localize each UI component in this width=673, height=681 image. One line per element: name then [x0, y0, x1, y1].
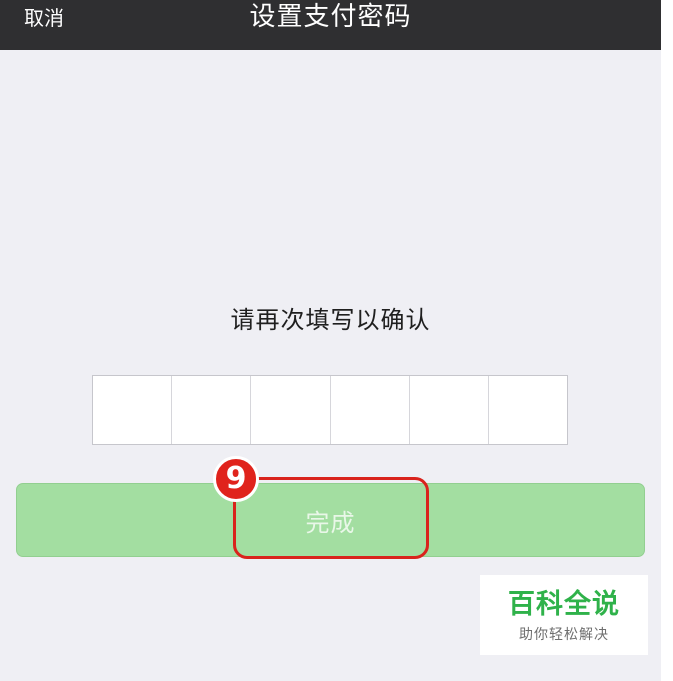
pin-cell[interactable]: [489, 376, 567, 444]
navigation-bar: 取消 设置支付密码: [0, 0, 661, 50]
watermark-subtitle: 助你轻松解决: [519, 627, 609, 643]
confirm-prompt: 请再次填写以确认: [230, 306, 431, 334]
right-margin: [661, 0, 673, 681]
watermark-logo: 百科全说 助你轻松解决: [480, 575, 648, 655]
pin-input[interactable]: [92, 375, 568, 445]
pin-cell[interactable]: [331, 376, 410, 444]
page-title: 设置支付密码: [249, 2, 412, 32]
pin-cell[interactable]: [410, 376, 489, 444]
pin-cell[interactable]: [172, 376, 252, 444]
payment-password-screen: 取消 设置支付密码 请再次填写以确认 完成 9 百科全说 助你轻松解决: [0, 0, 661, 681]
pin-cell[interactable]: [251, 376, 331, 444]
step-number-badge: 9: [213, 456, 259, 502]
pin-cell[interactable]: [93, 376, 173, 444]
watermark-title: 百科全说: [508, 589, 620, 620]
highlight-box: [233, 477, 429, 559]
